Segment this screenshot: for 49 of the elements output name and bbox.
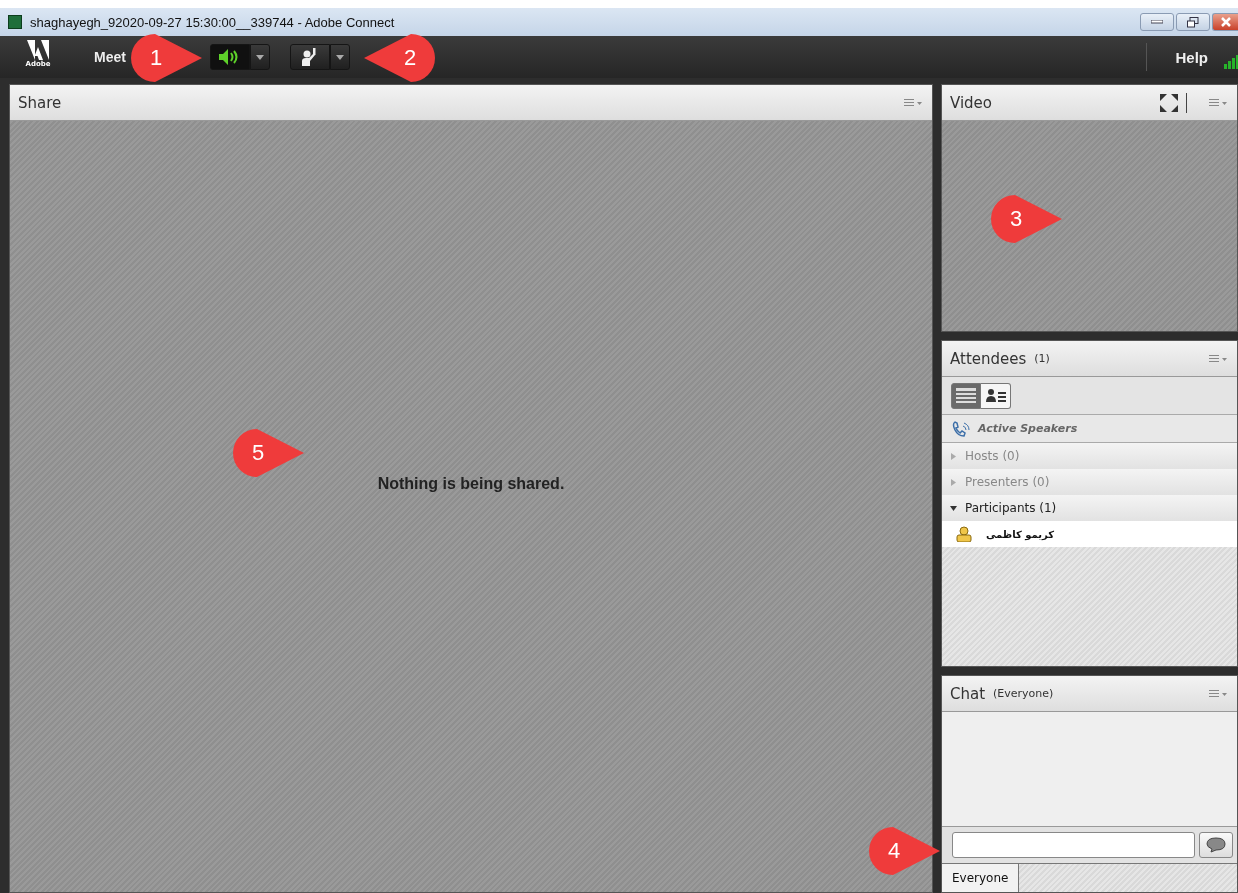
- dropdown-button[interactable]: [329, 44, 350, 70]
- restore-button[interactable]: [1176, 13, 1210, 31]
- app-icon: [8, 15, 22, 29]
- list-view-button[interactable]: [951, 382, 981, 409]
- callout-marker: 1: [130, 32, 204, 84]
- right-triangle-icon: [950, 478, 957, 486]
- caret-icon: [335, 54, 344, 60]
- menu-icon[interactable]: [1209, 688, 1229, 699]
- minimize-icon: [1151, 20, 1163, 24]
- pod-title: Share: [18, 93, 62, 112]
- close-button[interactable]: [1212, 13, 1238, 31]
- pod-title: Video: [950, 93, 993, 112]
- menu-icon[interactable]: [904, 97, 924, 108]
- pod-title: Attendees: [950, 349, 1027, 368]
- pod-title: Chat: [950, 684, 986, 703]
- detail-view-button[interactable]: [981, 382, 1011, 409]
- menu-icon[interactable]: [1209, 97, 1229, 108]
- speaker-button[interactable]: [209, 44, 250, 70]
- send-button[interactable]: [1199, 832, 1233, 858]
- list-icon: [956, 387, 976, 404]
- speech-bubble-icon: [1206, 837, 1226, 853]
- raised-hand-icon: [300, 48, 319, 66]
- callout-marker: 2: [362, 32, 436, 84]
- chat-tab[interactable]: Everyone: [942, 864, 1020, 892]
- dropdown-button[interactable]: [249, 44, 270, 70]
- attendee-group[interactable]: Participants (1): [942, 495, 1237, 521]
- down-triangle-icon: [950, 504, 957, 512]
- active-speakers-label: Active Speakers: [978, 422, 1078, 435]
- raise-hand-button[interactable]: [289, 44, 330, 70]
- fullscreen-icon[interactable]: [1160, 93, 1178, 112]
- attendee-count: (1): [1034, 352, 1050, 365]
- right-triangle-icon: [950, 452, 957, 460]
- callout-marker: 5: [232, 427, 306, 479]
- callout-marker: 3: [990, 193, 1064, 245]
- menu-icon[interactable]: [1209, 353, 1229, 364]
- user-icon: [956, 526, 972, 542]
- window-title: shaghayegh_92020-09-27 15:30:00__339744 - Adobe Connect: [30, 14, 395, 30]
- signal-icon: [1224, 55, 1238, 69]
- caret-icon: [255, 54, 264, 60]
- callout-marker: 4: [868, 825, 942, 877]
- meeting-menu[interactable]: Meet: [94, 49, 126, 65]
- empty-message: Nothing is being shared.: [377, 474, 565, 493]
- close-icon: [1220, 17, 1231, 27]
- restore-icon: [1187, 16, 1199, 28]
- contact-card-icon: [985, 387, 1006, 404]
- chat-input-field[interactable]: [952, 832, 1195, 858]
- participant-name: کریمو کاظمی: [986, 528, 1055, 540]
- chat-audience: (Everyone): [993, 687, 1054, 700]
- phone-icon: [952, 420, 970, 437]
